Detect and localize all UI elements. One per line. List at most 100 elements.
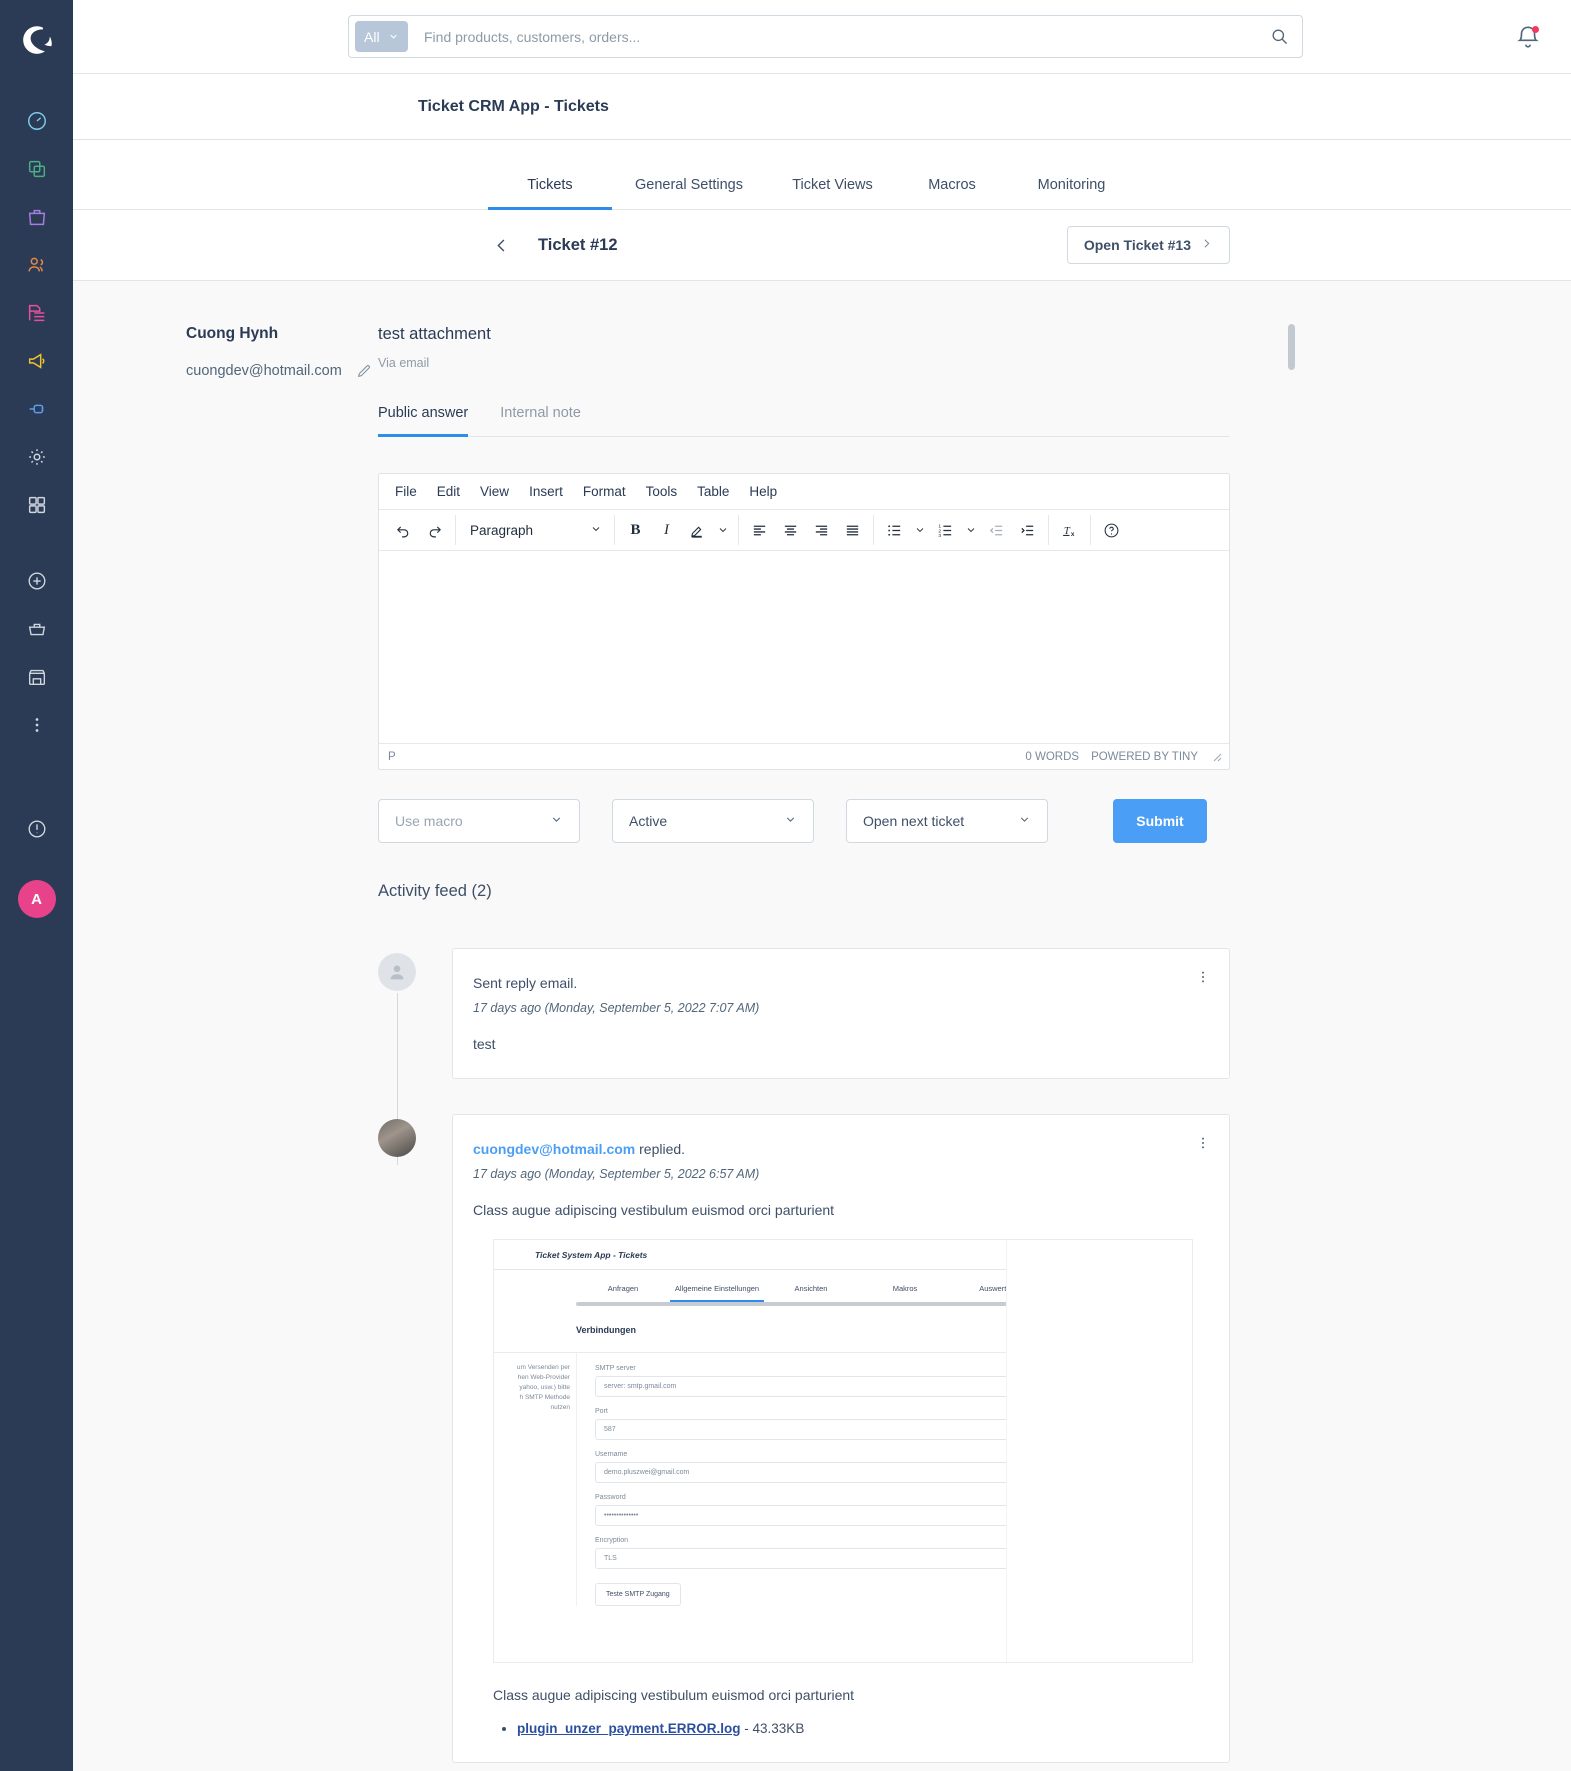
sidebar-item-settings[interactable] <box>13 434 61 482</box>
embedded-tab-anfragen[interactable]: Anfragen <box>576 1284 670 1302</box>
embedded-test-smtp-button[interactable]: Teste SMTP Zugang <box>595 1583 681 1606</box>
app-title-bar: Ticket CRM App - Tickets <box>73 74 1571 140</box>
tab-macros[interactable]: Macros <box>899 177 1005 210</box>
global-search[interactable]: All <box>348 15 1303 58</box>
toolbar-group-clear: Tx <box>1049 515 1091 545</box>
pencil-icon[interactable] <box>356 363 372 379</box>
search-scope-dropdown[interactable]: All <box>355 21 408 52</box>
open-next-ticket-button[interactable]: Open Ticket #13 <box>1066 226 1230 264</box>
kebab-menu-icon[interactable] <box>1195 969 1211 988</box>
tab-public-answer[interactable]: Public answer <box>378 405 469 437</box>
undo-icon[interactable] <box>388 516 419 544</box>
menu-insert[interactable]: Insert <box>519 479 573 504</box>
menu-tools[interactable]: Tools <box>636 479 688 504</box>
embedded-tab-makros[interactable]: Makros <box>858 1284 952 1302</box>
avatar <box>378 953 416 991</box>
numbered-list-icon[interactable]: 123 <box>930 516 961 544</box>
tab-general-settings[interactable]: General Settings <box>612 177 766 210</box>
italic-icon[interactable]: I <box>651 516 682 544</box>
remove-format-icon[interactable]: Tx <box>1054 516 1085 544</box>
editor-status-right: 0 WORDS POWERED BY TINY <box>1025 750 1223 763</box>
resize-grip-icon[interactable] <box>1210 750 1223 763</box>
sidebar-item-basket[interactable] <box>13 606 61 654</box>
menu-help[interactable]: Help <box>739 479 787 504</box>
bullet-list-icon[interactable] <box>879 516 910 544</box>
ticket-body: Cuong Hynh cuongdev@hotmail.com test att… <box>73 281 1571 1771</box>
ticket-channel: Via email <box>378 356 430 370</box>
ticket-header: Ticket #12 Open Ticket #13 <box>73 210 1571 281</box>
search-icon[interactable] <box>1262 27 1296 46</box>
embedded-side-note: um Versenden per hen Web-Provider yahoo, u… <box>516 1364 570 1412</box>
activity-item: cuongdev@hotmail.com replied. 17 days ag… <box>378 1114 1230 1763</box>
tabs-scrollbar[interactable] <box>1288 324 1295 370</box>
align-justify-icon[interactable] <box>837 516 868 544</box>
search-input[interactable] <box>424 28 1262 45</box>
next-action-select[interactable]: Open next ticket <box>846 799 1048 843</box>
menu-file[interactable]: File <box>385 479 427 504</box>
status-select[interactable]: Active <box>612 799 814 843</box>
menu-view[interactable]: View <box>470 479 519 504</box>
sidebar-item-catalogues[interactable] <box>13 146 61 194</box>
attachment-link[interactable]: plugin_unzer_payment.ERROR.log <box>517 1721 741 1736</box>
sidebar-item-storefront[interactable] <box>13 654 61 702</box>
menu-format[interactable]: Format <box>573 479 636 504</box>
toolbar-group-help <box>1091 515 1132 545</box>
embedded-screenshot: Ticket System App - Tickets Anfragen All… <box>493 1239 1193 1663</box>
block-format-value: Paragraph <box>470 522 534 538</box>
tab-internal-note[interactable]: Internal note <box>500 405 581 437</box>
user-avatar[interactable]: A <box>17 880 56 918</box>
sidebar-item-customers[interactable] <box>13 242 61 290</box>
add-icon <box>26 570 48 595</box>
page-title: Ticket CRM App - Tickets <box>418 97 609 115</box>
block-format-select[interactable]: Paragraph <box>461 516 609 544</box>
align-center-icon[interactable] <box>775 516 806 544</box>
redo-icon[interactable] <box>419 516 450 544</box>
customer-panel: Cuong Hynh cuongdev@hotmail.com <box>73 325 378 1771</box>
tab-tickets[interactable]: Tickets <box>488 177 612 210</box>
tab-monitoring[interactable]: Monitoring <box>1005 177 1138 210</box>
activity-card: cuongdev@hotmail.com replied. 17 days ag… <box>452 1114 1230 1763</box>
sidebar-item-more[interactable] <box>13 702 61 750</box>
activity-title: Sent reply email. <box>473 975 578 991</box>
activity-caption: Class augue adipiscing vestibulum euismo… <box>493 1687 855 1703</box>
sidebar-item-extensions[interactable] <box>13 386 61 434</box>
menu-edit[interactable]: Edit <box>427 479 470 504</box>
text-color-chevron-down-icon[interactable] <box>713 516 733 544</box>
text-color-icon[interactable] <box>682 516 713 544</box>
settings-icon <box>26 446 48 471</box>
shopware-logo[interactable] <box>15 18 59 62</box>
indent-icon[interactable] <box>1012 516 1043 544</box>
tab-ticket-views[interactable]: Ticket Views <box>766 177 899 210</box>
sidebar-item-content[interactable] <box>13 290 61 338</box>
align-right-icon[interactable] <box>806 516 837 544</box>
outdent-icon[interactable] <box>981 516 1012 544</box>
numbered-list-chevron-down-icon[interactable] <box>961 516 981 544</box>
sidebar-item-apps[interactable] <box>13 482 61 530</box>
embedded-tab-ansichten[interactable]: Ansichten <box>764 1284 858 1302</box>
activity-timestamp: 17 days ago (Monday, September 5, 2022 7… <box>473 1001 760 1015</box>
notifications-button[interactable] <box>1515 24 1541 50</box>
align-left-icon[interactable] <box>744 516 775 544</box>
app-root: A All Tick <box>0 0 1571 1771</box>
sidebar-item-marketing[interactable] <box>13 338 61 386</box>
submit-button[interactable]: Submit <box>1113 799 1207 843</box>
dashboard-icon <box>26 110 48 135</box>
kebab-menu-icon[interactable] <box>1195 1135 1211 1154</box>
sidebar-item-dashboard[interactable] <box>13 98 61 146</box>
chevron-right-icon <box>1200 237 1213 253</box>
bold-icon[interactable]: B <box>620 516 651 544</box>
activity-author-link[interactable]: cuongdev@hotmail.com <box>473 1141 635 1157</box>
chevron-down-icon <box>784 813 797 829</box>
chevron-left-icon[interactable] <box>488 232 514 258</box>
embedded-columns: um Versenden per hen Web-Provider yahoo, u… <box>494 1240 1192 1662</box>
sidebar-item-orders[interactable] <box>13 194 61 242</box>
editor-content-area[interactable] <box>379 551 1229 743</box>
macro-select[interactable]: Use macro <box>378 799 580 843</box>
menu-table[interactable]: Table <box>687 479 739 504</box>
bullet-list-chevron-down-icon[interactable] <box>910 516 930 544</box>
sidebar-item-help[interactable] <box>13 806 61 854</box>
macro-select-value: Use macro <box>395 813 463 829</box>
sidebar-item-add[interactable] <box>13 558 61 606</box>
help-circle-icon[interactable] <box>1096 516 1127 544</box>
embedded-tab-allgemeine-einstellungen[interactable]: Allgemeine Einstellungen <box>670 1284 764 1302</box>
